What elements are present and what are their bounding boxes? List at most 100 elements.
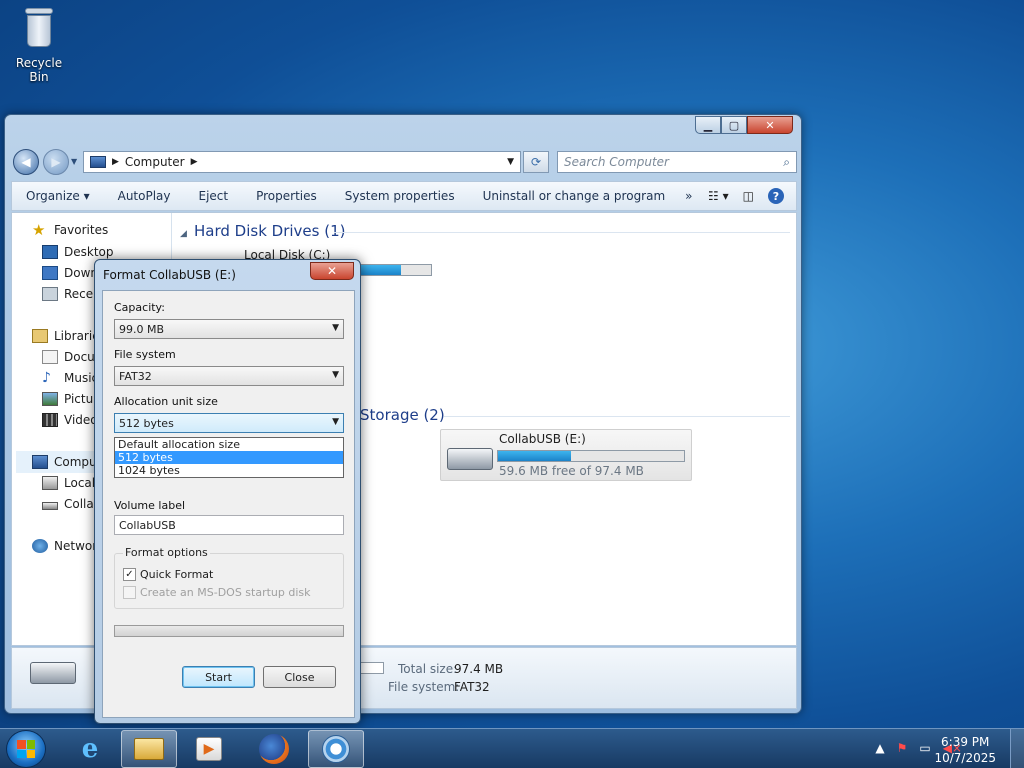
volume-label-input[interactable]: CollabUSB: [114, 515, 344, 535]
taskbar-internet-explorer[interactable]: e: [62, 730, 118, 768]
capacity-select[interactable]: 99.0 MB ▼: [114, 319, 344, 339]
action-center-icon[interactable]: ⚑: [897, 741, 908, 755]
allocation-option[interactable]: 512 bytes: [115, 451, 343, 464]
close-window-button[interactable]: ✕: [747, 116, 793, 134]
help-icon[interactable]: ?: [768, 188, 784, 204]
nav-pictures[interactable]: Pictur: [42, 392, 98, 406]
forward-button[interactable]: ▶: [43, 149, 69, 175]
refresh-button[interactable]: ⟳: [523, 151, 549, 173]
start-button[interactable]: Start: [182, 666, 255, 688]
dialog-title: Format CollabUSB (E:): [103, 268, 236, 282]
more-commands-button[interactable]: »: [679, 189, 698, 203]
group-removable-storage[interactable]: Storage (2): [360, 406, 445, 424]
star-icon: ★: [32, 221, 46, 239]
system-properties-button[interactable]: System properties: [331, 189, 469, 203]
msdos-startup-checkbox[interactable]: Create an MS-DOS startup disk: [123, 586, 311, 599]
drive-name: CollabUSB (E:): [499, 432, 586, 446]
drive-collabusb-e[interactable]: CollabUSB (E:) 59.6 MB free of 97.4 MB: [440, 429, 692, 481]
breadcrumb-chevron-icon[interactable]: ▶: [112, 157, 119, 167]
file-system-value: FAT32: [454, 680, 490, 694]
chevron-down-icon: ▼: [332, 370, 339, 380]
file-system-label: File system:: [388, 680, 460, 694]
close-button[interactable]: Close: [263, 666, 336, 688]
music-icon: ♪: [42, 370, 51, 386]
preview-pane-icon[interactable]: ◫: [743, 189, 754, 203]
windows-logo-icon: [17, 740, 35, 758]
address-bar[interactable]: ▶ Computer ▶ ▼: [83, 151, 521, 173]
dialog-body: Capacity: 99.0 MB ▼ File system FAT32 ▼ Al…: [102, 290, 355, 718]
network-status-icon[interactable]: ▭: [919, 741, 930, 755]
eject-button[interactable]: Eject: [185, 189, 243, 203]
allocation-option[interactable]: Default allocation size: [115, 438, 343, 451]
taskbar: e ▶ ▲ ⚑ ▭ ◀× 6:39 PM 10/7/2025: [0, 728, 1024, 768]
format-progress-bar: [114, 625, 344, 637]
usb-drive-icon: [42, 502, 58, 510]
show-hidden-icons-button[interactable]: ▲: [875, 741, 884, 755]
breadcrumb-computer[interactable]: Computer: [125, 155, 185, 169]
organize-menu[interactable]: Organize ▾: [12, 189, 104, 203]
usb-drive-icon: [447, 448, 493, 470]
recycle-bin-desktop-icon[interactable]: Recycle Bin: [6, 6, 72, 84]
nav-desktop[interactable]: Desktop: [42, 245, 114, 259]
firefox-icon: [259, 734, 289, 764]
allocation-unit-dropdown: Default allocation size 512 bytes 1024 b…: [114, 437, 344, 478]
search-placeholder: Search Computer: [564, 155, 669, 169]
nav-local-disk[interactable]: Local: [42, 476, 95, 490]
group-hard-disk-drives[interactable]: Hard Disk Drives (1): [194, 222, 345, 240]
nav-music[interactable]: ♪ Music: [42, 371, 98, 385]
clock-time: 6:39 PM: [941, 735, 990, 749]
back-arrow-icon: ◀: [21, 155, 31, 169]
computer-icon: [32, 455, 48, 469]
pictures-icon: [42, 392, 58, 406]
quick-format-checkbox[interactable]: ✓ Quick Format: [123, 568, 213, 581]
checkbox-check-icon: ✓: [123, 568, 136, 581]
back-button[interactable]: ◀: [13, 149, 39, 175]
hard-drive-icon: [42, 476, 58, 490]
taskbar-media-player[interactable]: ▶: [181, 730, 237, 768]
nav-downloads[interactable]: Down: [42, 266, 98, 280]
network-icon: [32, 539, 48, 553]
window-caption-buttons: ▁ ▢ ✕: [695, 116, 793, 134]
breadcrumb-chevron-icon[interactable]: ▶: [191, 157, 198, 167]
forward-arrow-icon: ▶: [51, 155, 61, 169]
close-icon: ✕: [326, 264, 338, 278]
nav-recent[interactable]: Recen: [42, 287, 101, 301]
recent-pages-dropdown[interactable]: ▼: [71, 157, 77, 166]
taskbar-windows-explorer[interactable]: [121, 730, 177, 768]
chevron-down-icon: ▼: [332, 417, 339, 427]
format-dialog: Format CollabUSB (E:) ✕ Capacity: 99.0 M…: [94, 259, 361, 724]
start-button[interactable]: [6, 730, 46, 768]
maximize-button[interactable]: ▢: [721, 116, 747, 134]
group-divider: [334, 232, 790, 233]
taskbar-app[interactable]: [308, 730, 364, 768]
collapse-group-icon[interactable]: ◢: [180, 229, 187, 239]
minimize-button[interactable]: ▁: [695, 116, 721, 134]
dialog-close-button[interactable]: ✕: [310, 262, 354, 280]
recycle-bin-label: Recycle Bin: [15, 56, 63, 84]
recent-places-icon: [42, 287, 58, 301]
recycle-bin-icon: [19, 6, 59, 52]
allocation-option[interactable]: 1024 bytes: [115, 464, 343, 477]
allocation-unit-select[interactable]: 512 bytes ▼: [114, 413, 344, 433]
show-desktop-button[interactable]: [1010, 729, 1024, 768]
drive-usage-bar: [497, 450, 685, 462]
internet-explorer-icon: e: [81, 734, 99, 764]
refresh-icon: ⟳: [530, 155, 542, 169]
address-dropdown-icon[interactable]: ▼: [507, 157, 514, 167]
view-options-icon[interactable]: ☷ ▾: [708, 189, 729, 203]
usb-drive-icon: [30, 662, 76, 684]
autoplay-button[interactable]: AutoPlay: [104, 189, 185, 203]
nav-collabusb[interactable]: Collab: [42, 497, 101, 511]
app-icon: [322, 735, 350, 763]
properties-button[interactable]: Properties: [242, 189, 331, 203]
desktop-icon: [42, 245, 58, 259]
file-system-select[interactable]: FAT32 ▼: [114, 366, 344, 386]
nav-favorites[interactable]: ★ Favorites: [32, 221, 108, 239]
search-box[interactable]: Search Computer ⌕: [557, 151, 797, 173]
total-size-value: 97.4 MB: [454, 662, 504, 676]
taskbar-firefox[interactable]: [246, 730, 302, 768]
nav-computer[interactable]: Compu: [32, 455, 97, 469]
videos-icon: [42, 413, 58, 427]
system-clock[interactable]: 6:39 PM 10/7/2025: [934, 734, 996, 766]
uninstall-program-button[interactable]: Uninstall or change a program: [469, 189, 680, 203]
